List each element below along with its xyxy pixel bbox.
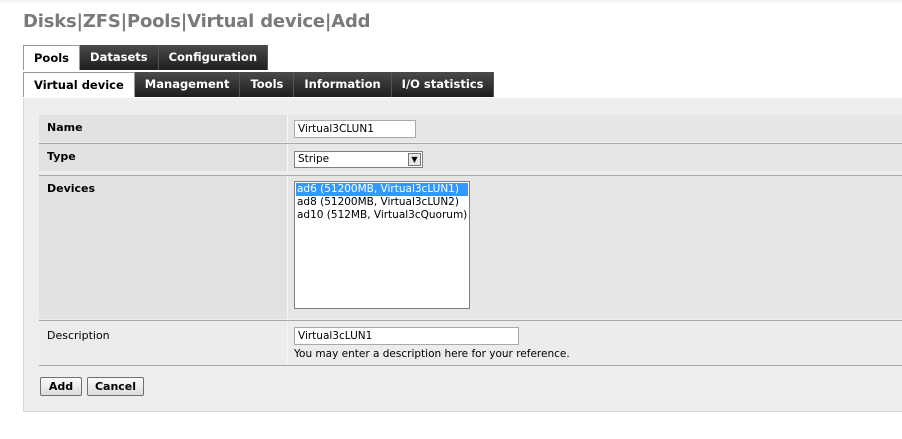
device-option[interactable]: ad6 (51200MB, Virtual3cLUN1) <box>296 183 468 196</box>
description-label: Description <box>39 321 288 364</box>
secondary-tab-bar: Virtual device Management Tools Informat… <box>23 72 495 97</box>
devices-row: Devices ad6 (51200MB, Virtual3cLUN1) ad8… <box>39 176 902 319</box>
device-option[interactable]: ad8 (51200MB, Virtual3cLUN2) <box>296 196 468 209</box>
tab-datasets[interactable]: Datasets <box>80 45 159 70</box>
description-input[interactable] <box>294 327 519 345</box>
description-hint: You may enter a description here for you… <box>294 348 570 360</box>
tab-tools[interactable]: Tools <box>240 72 295 97</box>
devices-listbox[interactable]: ad6 (51200MB, Virtual3cLUN1) ad8 (51200M… <box>294 181 470 309</box>
add-button[interactable]: Add <box>40 377 82 396</box>
tab-pools[interactable]: Pools <box>23 45 81 70</box>
name-label: Name <box>39 115 288 142</box>
type-row: Type Stripe ▼ <box>39 144 902 171</box>
type-select[interactable]: Stripe ▼ <box>294 151 423 168</box>
tab-configuration[interactable]: Configuration <box>158 45 269 70</box>
cancel-button[interactable]: Cancel <box>87 377 144 396</box>
name-row: Name <box>39 115 902 142</box>
chevron-down-icon[interactable]: ▼ <box>408 153 421 166</box>
type-label: Type <box>39 144 288 171</box>
tab-virtual-device[interactable]: Virtual device <box>23 72 135 97</box>
page-title: Disks|ZFS|Pools|Virtual device|Add <box>23 11 371 32</box>
description-row: Description You may enter a description … <box>39 321 902 364</box>
tab-information[interactable]: Information <box>294 72 392 97</box>
tab-io-statistics[interactable]: I/O statistics <box>391 72 495 97</box>
name-input[interactable] <box>294 120 416 138</box>
divider <box>39 365 902 366</box>
type-selected-value: Stripe <box>298 153 330 165</box>
top-border <box>0 0 902 4</box>
devices-label: Devices <box>39 176 288 319</box>
tab-management[interactable]: Management <box>134 72 241 97</box>
primary-tab-bar: Pools Datasets Configuration <box>23 45 269 70</box>
device-option[interactable]: ad10 (512MB, Virtual3cQuorum) <box>296 209 468 222</box>
